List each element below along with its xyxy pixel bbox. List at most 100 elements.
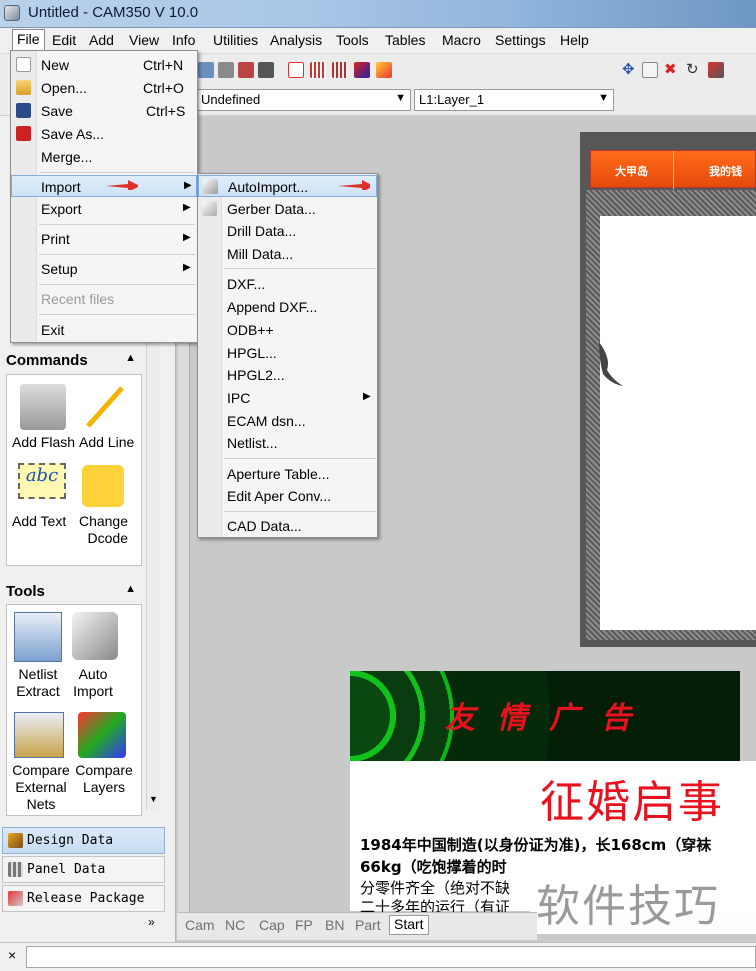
menu-analysis[interactable]: Analysis — [270, 32, 322, 48]
menu-tables[interactable]: Tables — [385, 32, 425, 48]
import-gerber-data[interactable]: Gerber Data... — [198, 198, 377, 220]
import-aperture-table[interactable]: Aperture Table... — [198, 463, 377, 485]
save-as-icon — [16, 126, 31, 141]
layer-filter-combo[interactable]: Undefined ▼ — [196, 89, 411, 111]
tab-nc[interactable]: NC — [225, 917, 245, 933]
import-netlist[interactable]: Netlist... — [198, 432, 377, 454]
add-text-label: Add Text — [12, 513, 67, 529]
menu-item-label: ECAM dsn... — [227, 413, 306, 429]
add-flash-icon[interactable] — [20, 384, 66, 430]
menu-item-label: AutoImport... — [228, 179, 309, 195]
doc-line: 分零件齐全（绝对不缺 — [360, 879, 511, 897]
menu-settings[interactable]: Settings — [495, 32, 546, 48]
add-line-icon[interactable] — [84, 384, 124, 430]
file-menu-exit[interactable]: Exit — [11, 319, 197, 341]
menu-file[interactable]: File — [12, 29, 45, 50]
compare-external-nets-label: Compare External Nets — [12, 762, 70, 812]
import-append-dxf[interactable]: Append DXF... — [198, 296, 377, 318]
collapse-icon[interactable]: ▲ — [125, 352, 136, 364]
file-menu-setup[interactable]: Setup ▶ — [11, 258, 197, 280]
file-menu-save[interactable]: Save Ctrl+S — [11, 100, 197, 122]
redraw-icon[interactable] — [238, 62, 254, 78]
menu-item-label: CAD Data... — [227, 518, 302, 534]
add-flash-label: Add Flash — [12, 434, 76, 450]
auto-import-icon[interactable] — [72, 612, 118, 660]
menu-separator — [224, 268, 376, 269]
menu-utilities[interactable]: Utilities — [213, 32, 258, 48]
import-hpgl2[interactable]: HPGL2... — [198, 364, 377, 386]
import-ipc[interactable]: IPC ▶ — [198, 387, 377, 409]
left-panel-scrollbar[interactable]: ▼ — [146, 340, 160, 810]
import-dxf[interactable]: DXF... — [198, 273, 377, 295]
highlight-icon[interactable] — [376, 62, 392, 78]
tab-start[interactable]: Start — [389, 915, 429, 935]
compare-layers-label: Compare Layers — [75, 762, 133, 795]
netlist-extract-icon[interactable] — [14, 612, 62, 662]
delete-icon[interactable]: ✖ — [664, 62, 680, 78]
auto-import-label: Auto Import — [73, 666, 113, 699]
app-icon[interactable] — [4, 5, 20, 21]
menu-item-label: IPC — [227, 390, 251, 406]
zoom-window-icon[interactable] — [218, 62, 234, 78]
import-mill-data[interactable]: Mill Data... — [198, 243, 377, 265]
import-odb[interactable]: ODB++ — [198, 319, 377, 341]
layers-icon[interactable] — [258, 62, 274, 78]
menu-add[interactable]: Add — [89, 32, 114, 48]
add-text-icon[interactable]: abc — [18, 463, 66, 499]
file-menu-save-as[interactable]: Save As... — [11, 123, 197, 145]
command-input[interactable] — [26, 946, 756, 968]
red-arrow-icon — [106, 180, 138, 190]
import-edit-aper-conv[interactable]: Edit Aper Conv... — [198, 485, 377, 507]
active-layer-combo[interactable]: L1:Layer_1 ▼ — [414, 89, 614, 111]
file-menu-new[interactable]: New Ctrl+N — [11, 54, 197, 76]
menu-edit[interactable]: Edit — [52, 32, 76, 48]
nav-release-package[interactable]: Release Package — [2, 885, 165, 912]
import-hpgl[interactable]: HPGL... — [198, 342, 377, 364]
change-dcode-icon[interactable] — [82, 465, 124, 507]
compare-external-nets-icon[interactable] — [14, 712, 64, 758]
close-icon[interactable]: × — [8, 947, 16, 963]
file-menu-merge[interactable]: Merge... — [11, 146, 197, 168]
expand-nav-icon[interactable]: » — [148, 915, 155, 929]
file-menu-import[interactable]: Import ▶ — [11, 175, 197, 197]
compare-layers-icon[interactable] — [78, 712, 126, 758]
tab-bn[interactable]: BN — [325, 917, 344, 933]
menu-view[interactable]: View — [129, 32, 159, 48]
tools-section-header[interactable]: Tools ▲ — [6, 583, 140, 605]
file-menu: New Ctrl+N Open... Ctrl+O Save Ctrl+S Sa… — [10, 50, 198, 343]
tab-part[interactable]: Part — [355, 917, 381, 933]
menu-separator — [224, 511, 376, 512]
file-menu-open[interactable]: Open... Ctrl+O — [11, 77, 197, 99]
import-ecam-dsn[interactable]: ECAM dsn... — [198, 410, 377, 432]
file-menu-export[interactable]: Export ▶ — [11, 198, 197, 220]
snap-icon[interactable] — [288, 62, 304, 78]
copy-icon[interactable] — [642, 62, 658, 78]
new-file-icon — [16, 57, 31, 72]
tab-cam[interactable]: Cam — [185, 917, 215, 933]
active-layer-value: L1:Layer_1 — [419, 92, 485, 107]
menu-help[interactable]: Help — [560, 32, 589, 48]
move-icon[interactable]: ✥ — [622, 62, 638, 78]
collapse-icon[interactable]: ▲ — [125, 583, 136, 595]
file-menu-print[interactable]: Print ▶ — [11, 228, 197, 250]
tab-fp[interactable]: FP — [295, 917, 313, 933]
rotate-icon[interactable]: ↻ — [686, 62, 702, 78]
nav-panel-data[interactable]: Panel Data — [2, 856, 165, 883]
mirror-icon[interactable] — [708, 62, 724, 78]
zoom-icon[interactable] — [198, 62, 214, 78]
grid-icon[interactable] — [310, 62, 326, 78]
tab-cap[interactable]: Cap — [259, 917, 285, 933]
menu-tools[interactable]: Tools — [336, 32, 369, 48]
color-icon[interactable] — [354, 62, 370, 78]
import-cad-data[interactable]: CAD Data... — [198, 515, 377, 537]
nav-design-data[interactable]: Design Data — [2, 827, 165, 854]
panel-data-icon — [8, 862, 23, 877]
menu-item-label: Setup — [41, 261, 78, 277]
menu-info[interactable]: Info — [172, 32, 195, 48]
scroll-down-icon[interactable]: ▼ — [149, 794, 158, 804]
commands-section-header[interactable]: Commands ▲ — [6, 352, 140, 374]
submenu-arrow-icon: ▶ — [183, 202, 191, 213]
grid-snap-icon[interactable] — [332, 62, 348, 78]
menu-macro[interactable]: Macro — [442, 32, 481, 48]
import-drill-data[interactable]: Drill Data... — [198, 220, 377, 242]
